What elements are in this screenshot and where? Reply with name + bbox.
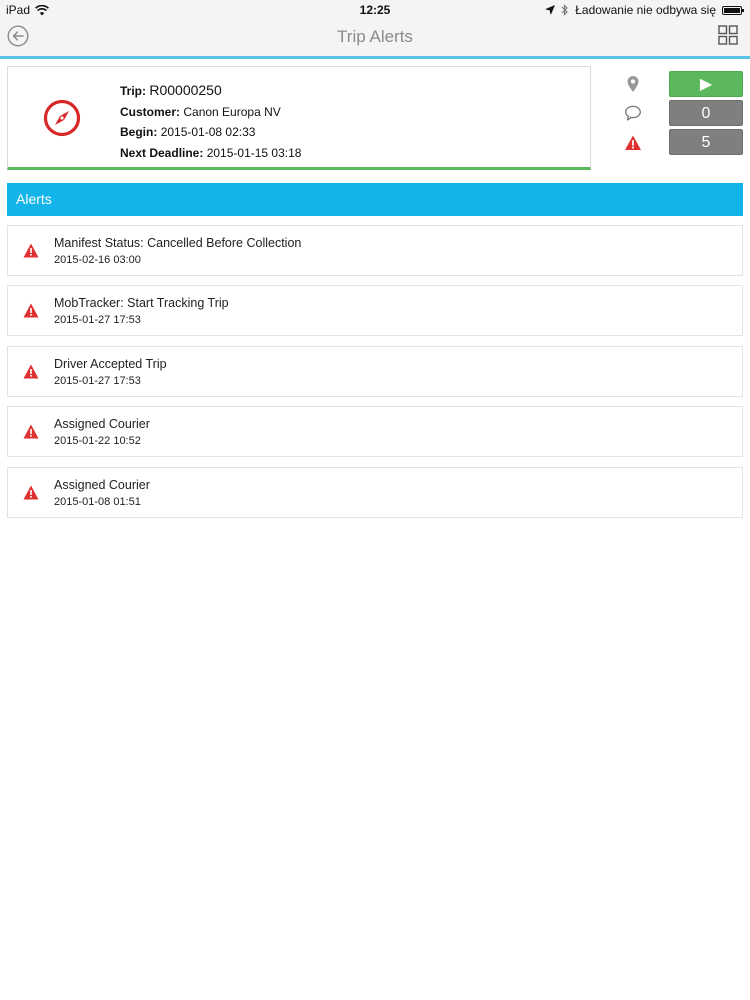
speech-bubble-icon[interactable] xyxy=(624,104,642,122)
alert-list-item[interactable]: Manifest Status: Cancelled Before Collec… xyxy=(7,225,743,276)
alert-title: Assigned Courier xyxy=(54,478,150,492)
begin-line: Begin: 2015-01-08 02:33 xyxy=(120,122,301,143)
warning-triangle-icon xyxy=(23,303,39,318)
alert-date: 2015-01-08 01:51 xyxy=(54,496,141,508)
warning-triangle-icon[interactable] xyxy=(624,134,642,152)
messages-count-button[interactable]: 0 xyxy=(669,100,743,126)
customer-line: Customer: Canon Europa NV xyxy=(120,102,301,123)
trip-details: Trip: R00000250 Customer: Canon Europa N… xyxy=(120,80,301,163)
alert-title: Driver Accepted Trip xyxy=(54,357,167,371)
alert-date: 2015-01-27 17:53 xyxy=(54,314,141,326)
begin-label: Begin: xyxy=(120,125,158,139)
grid-icon[interactable] xyxy=(718,25,738,45)
alert-title: Manifest Status: Cancelled Before Collec… xyxy=(54,236,302,250)
compass-icon xyxy=(43,99,81,137)
alert-list-item[interactable]: Assigned Courier 2015-01-22 10:52 xyxy=(7,406,743,457)
charging-status-text: Ładowanie nie odbywa się xyxy=(575,3,716,17)
alerts-count-button[interactable]: 5 xyxy=(669,129,743,155)
nav-bar: Trip Alerts xyxy=(0,20,750,54)
status-bar: iPad 12:25 Ładowanie nie odbywa się xyxy=(0,0,750,20)
trip-summary-card: Trip: R00000250 Customer: Canon Europa N… xyxy=(7,66,591,170)
page-title: Trip Alerts xyxy=(337,27,413,46)
trip-alerts-screen: iPad 12:25 Ładowanie nie odbywa się Trip… xyxy=(0,0,750,1000)
battery-icon xyxy=(722,5,744,15)
warning-triangle-icon xyxy=(23,364,39,379)
warning-triangle-icon xyxy=(23,243,39,258)
customer-name: Canon Europa NV xyxy=(183,104,281,119)
top-bar: iPad 12:25 Ładowanie nie odbywa się Trip… xyxy=(0,0,750,59)
start-trip-button[interactable]: ▶ xyxy=(669,71,743,97)
deadline-time: 2015-01-15 03:18 xyxy=(206,145,302,160)
alert-date: 2015-01-27 17:53 xyxy=(54,375,141,387)
alert-title: MobTracker: Start Tracking Trip xyxy=(54,296,229,310)
deadline-label: Next Deadline: xyxy=(120,145,204,160)
location-arrow-icon xyxy=(545,5,556,15)
alert-date: 2015-02-16 03:00 xyxy=(54,254,141,266)
trip-id: R00000250 xyxy=(149,82,222,98)
begin-time: 2015-01-08 02:33 xyxy=(160,125,256,139)
alert-list-item[interactable]: Assigned Courier 2015-01-08 01:51 xyxy=(7,467,743,518)
bluetooth-icon xyxy=(561,4,569,16)
trip-id-line: Trip: R00000250 xyxy=(120,80,301,102)
customer-label: Customer: xyxy=(120,104,181,119)
map-pin-icon[interactable] xyxy=(624,75,642,93)
deadline-line: Next Deadline: 2015-01-15 03:18 xyxy=(120,143,301,164)
alert-date: 2015-01-22 10:52 xyxy=(54,435,141,447)
alert-list-item[interactable]: Driver Accepted Trip 2015-01-27 17:53 xyxy=(7,346,743,397)
alert-title: Assigned Courier xyxy=(54,417,150,431)
alert-list-item[interactable]: MobTracker: Start Tracking Trip 2015-01-… xyxy=(7,285,743,336)
warning-triangle-icon xyxy=(23,424,39,439)
alerts-section-header: Alerts xyxy=(7,183,743,216)
trip-id-label: Trip: xyxy=(120,84,146,98)
warning-triangle-icon xyxy=(23,485,39,500)
